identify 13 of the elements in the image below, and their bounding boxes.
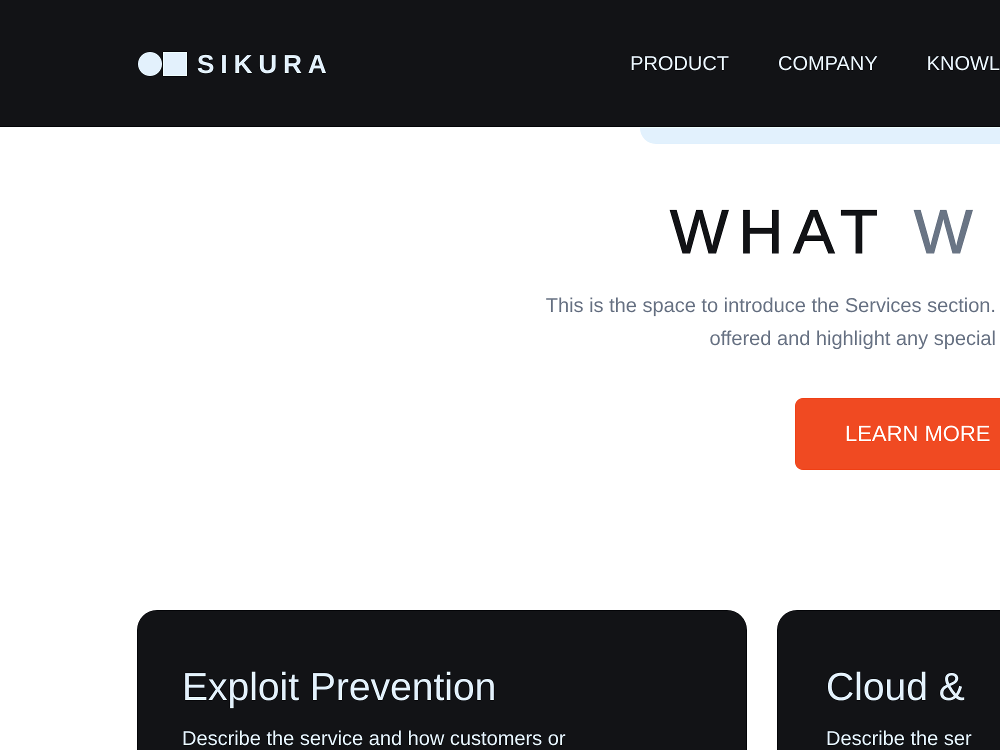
intro-paragraph: This is the space to introduce the Services section. offered and highlight any special [546,294,996,352]
nav-link[interactable]: KNOWL [926,54,1000,74]
brand-name[interactable]: SIKURA [197,50,333,76]
card-title: Exploit Prevention [182,665,498,711]
card-description: Describe the service and how customers or [182,728,566,750]
card-description: Describe the ser [826,728,973,750]
nav-link[interactable]: COMPANY [778,54,878,74]
section-heading-accent: W [914,198,983,267]
nav-link[interactable]: PRODUCT [630,54,730,74]
card-title: Cloud & [826,665,966,711]
logo-icon[interactable] [138,52,187,76]
section-heading: WHAT [670,198,887,267]
learn-more-button[interactable]: LEARN MORE [795,398,1000,470]
